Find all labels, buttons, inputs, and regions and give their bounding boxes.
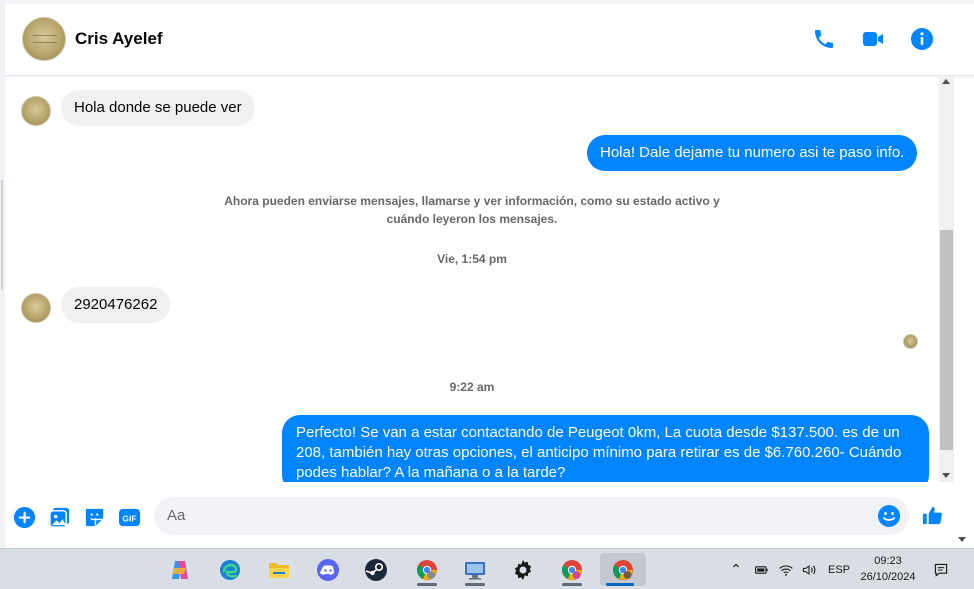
sender-avatar[interactable] <box>21 293 51 323</box>
edge-icon[interactable] <box>210 553 250 586</box>
volume-icon[interactable] <box>799 549 819 589</box>
battery-icon[interactable] <box>752 549 772 589</box>
chrome-profile-icon[interactable] <box>600 553 646 586</box>
chrome-icon[interactable] <box>407 553 447 586</box>
sender-avatar[interactable] <box>21 96 51 126</box>
timestamp: Vie, 1:54 pm <box>437 252 507 266</box>
photo-icon[interactable] <box>47 505 71 529</box>
show-hidden-icons-icon[interactable]: ⌃ <box>726 549 746 589</box>
phone-icon[interactable] <box>811 26 837 52</box>
scroll-down-arrow[interactable] <box>942 473 950 478</box>
sticker-icon[interactable] <box>82 505 106 529</box>
add-icon[interactable] <box>12 505 36 529</box>
like-icon[interactable] <box>920 503 944 527</box>
emoji-icon[interactable] <box>877 504 901 528</box>
scroll-up-arrow[interactable] <box>942 79 950 84</box>
info-icon[interactable] <box>909 26 935 52</box>
copilot-icon[interactable] <box>160 553 200 586</box>
discord-icon[interactable] <box>308 553 348 586</box>
contact-avatar[interactable] <box>22 17 66 61</box>
message-list[interactable]: Hola donde se puede ver Hola! Dale dejam… <box>5 77 939 482</box>
contact-name[interactable]: Cris Ayelef <box>75 29 163 49</box>
steam-icon[interactable] <box>356 553 396 586</box>
incoming-message[interactable]: 2920476262 <box>61 287 171 323</box>
outgoing-message[interactable]: Hola! Dale dejame tu numero asi te paso … <box>587 135 918 171</box>
language-indicator[interactable]: ESP <box>824 549 854 589</box>
timestamp: 9:22 am <box>449 380 495 394</box>
page-scroll-down-arrow[interactable] <box>958 537 966 542</box>
svg-text:GIF: GIF <box>122 513 136 523</box>
system-note: Ahora pueden enviarse mensajes, llamarse… <box>224 194 720 226</box>
chat-header: Cris Ayelef <box>5 0 974 76</box>
seen-indicator-avatar <box>903 334 918 349</box>
remote-desktop-icon[interactable] <box>455 553 495 586</box>
windows-taskbar: ⌃ ESP 09:23 26/10/2024 <box>0 548 974 589</box>
scroll-thumb[interactable] <box>940 230 953 450</box>
message-composer: GIF Aa <box>5 482 974 548</box>
outgoing-message[interactable]: Perfecto! Se van a estar contactando de … <box>282 415 929 482</box>
chrome-profile-icon[interactable] <box>552 553 592 586</box>
video-call-icon[interactable] <box>860 26 886 52</box>
message-input-placeholder: Aa <box>167 507 186 524</box>
wifi-icon[interactable] <box>776 549 796 589</box>
message-input[interactable]: Aa <box>154 497 909 535</box>
system-clock[interactable]: 09:23 26/10/2024 <box>852 553 924 585</box>
clock-date: 26/10/2024 <box>860 571 916 583</box>
incoming-message[interactable]: Hola donde se puede ver <box>61 90 255 126</box>
message-scrollbar[interactable] <box>939 77 954 482</box>
file-explorer-icon[interactable] <box>259 553 299 586</box>
notifications-icon[interactable] <box>930 549 952 589</box>
settings-icon[interactable] <box>503 553 543 586</box>
messenger-window: Cris Ayelef Hola donde se puede ver Hola… <box>0 0 974 589</box>
gif-icon[interactable]: GIF <box>117 505 141 529</box>
clock-time: 09:23 <box>874 555 902 567</box>
